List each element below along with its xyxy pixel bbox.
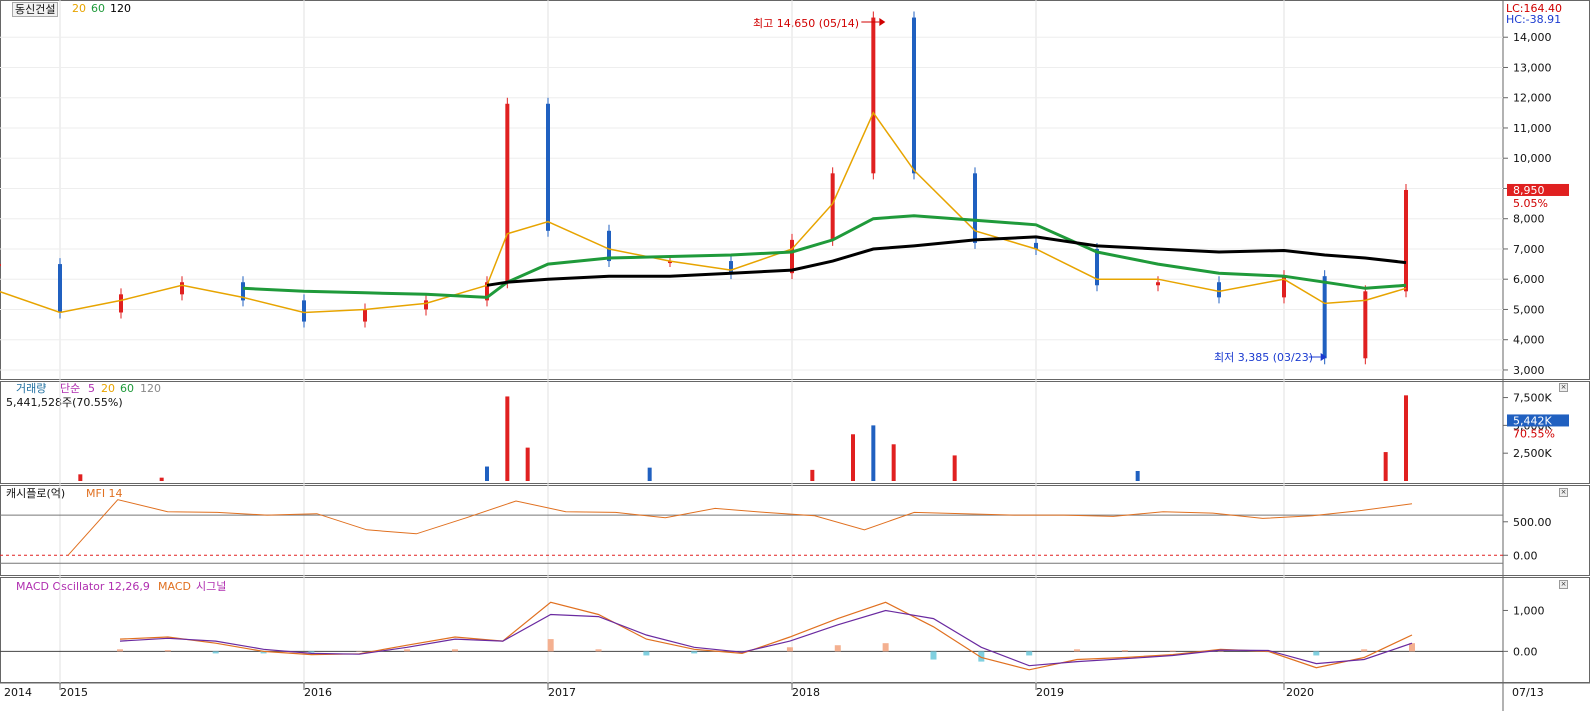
macd-oscillator-bar bbox=[1026, 651, 1033, 656]
macd-oscillator-bar bbox=[834, 645, 841, 652]
mfi-tick-label: 500.00 bbox=[1513, 516, 1552, 529]
volume-bar bbox=[851, 434, 855, 481]
volume-bar bbox=[871, 425, 876, 481]
macd-panel-frame bbox=[0, 577, 1590, 683]
high-arrow-head bbox=[879, 18, 886, 26]
price-tick-label: 5,000 bbox=[1513, 303, 1545, 316]
macd-oscillator-bar bbox=[595, 649, 602, 652]
macd-oscillator-bar bbox=[643, 651, 650, 656]
macd-oscillator-bar bbox=[882, 643, 889, 652]
macd-oscillator-bar bbox=[786, 647, 793, 652]
macd-line bbox=[119, 601, 1413, 671]
price-tick-label: 6,000 bbox=[1513, 273, 1545, 286]
macd-oscillator-bar bbox=[451, 649, 458, 652]
macd-oscillator-bar bbox=[691, 651, 698, 654]
price-candle bbox=[58, 264, 62, 313]
price-tick-label: 13,000 bbox=[1513, 61, 1552, 74]
price-candle bbox=[973, 173, 977, 243]
volume-bar bbox=[1135, 470, 1140, 481]
volume-bar bbox=[647, 467, 652, 481]
price-tick-label: 12,000 bbox=[1513, 92, 1552, 105]
price-tick-label: 3,000 bbox=[1513, 364, 1545, 377]
price-candle bbox=[505, 103, 510, 283]
macd-oscillator-bar bbox=[308, 651, 315, 653]
price-candle bbox=[1322, 276, 1327, 359]
volume-bar bbox=[485, 466, 489, 481]
mfi-line bbox=[67, 499, 1413, 556]
signal-line bbox=[119, 609, 1413, 667]
price-candle bbox=[363, 309, 367, 322]
volume-tick-label: 7,500K bbox=[1513, 392, 1552, 405]
volume-panel-frame bbox=[0, 381, 1590, 484]
price-candle bbox=[790, 239, 794, 274]
macd-tick-label: 1,000 bbox=[1513, 604, 1545, 617]
macd-oscillator-bar bbox=[212, 651, 219, 654]
mfi-tick-label: 0.00 bbox=[1513, 549, 1538, 562]
macd-oscillator-bar bbox=[1361, 649, 1368, 652]
current-volume-label: 5,442K bbox=[1513, 414, 1552, 427]
volume-bar bbox=[810, 469, 815, 481]
volume-bar bbox=[159, 477, 164, 481]
macd-oscillator-bar bbox=[547, 639, 554, 652]
macd-oscillator-bar bbox=[1169, 650, 1176, 652]
price-panel-frame bbox=[0, 0, 1590, 380]
ma-line-20 bbox=[0, 111, 1407, 314]
price-candle bbox=[424, 300, 428, 310]
price-candle bbox=[1156, 282, 1160, 286]
mfi-panel-frame bbox=[0, 485, 1590, 576]
price-candle bbox=[0, 264, 1, 267]
volume-bar bbox=[525, 447, 530, 481]
macd-oscillator-bar bbox=[117, 649, 123, 652]
macd-oscillator-bar bbox=[164, 650, 171, 652]
change-pct-label: 5.05% bbox=[1513, 197, 1548, 210]
price-candle bbox=[871, 17, 876, 174]
price-tick-label: 10,000 bbox=[1513, 152, 1552, 165]
price-tick-label: 7,000 bbox=[1513, 243, 1545, 256]
volume-bar bbox=[505, 396, 510, 481]
price-candle bbox=[830, 173, 835, 240]
macd-oscillator-bar bbox=[1313, 651, 1320, 656]
price-candle bbox=[546, 103, 550, 231]
price-candle bbox=[729, 261, 733, 274]
volume-bar bbox=[78, 474, 83, 481]
price-candle bbox=[912, 17, 916, 174]
macd-oscillator-bar bbox=[1121, 650, 1128, 652]
price-tick-label: 8,000 bbox=[1513, 213, 1545, 226]
current-price-label: 8,950 bbox=[1513, 184, 1545, 197]
stock-chart[interactable]: 14,00013,00012,00011,00010,0009,0008,000… bbox=[0, 0, 1590, 711]
ma-line-60 bbox=[242, 214, 1407, 299]
macd-oscillator-bar bbox=[930, 651, 937, 660]
price-candle bbox=[1217, 282, 1221, 298]
price-candle bbox=[1363, 291, 1368, 359]
current-volume-pct-label: 70.55% bbox=[1513, 427, 1555, 440]
price-candle bbox=[180, 282, 184, 295]
macd-tick-label: 0.00 bbox=[1513, 645, 1538, 658]
macd-oscillator-bar bbox=[404, 649, 411, 652]
volume-bar bbox=[1383, 452, 1388, 481]
ma-line-120 bbox=[486, 235, 1407, 287]
price-tick-label: 11,000 bbox=[1513, 122, 1552, 135]
volume-bar bbox=[952, 455, 957, 481]
price-candle bbox=[1404, 189, 1408, 292]
price-tick-label: 14,000 bbox=[1513, 31, 1552, 44]
price-candle bbox=[302, 300, 306, 322]
volume-bar bbox=[1404, 395, 1408, 481]
macd-oscillator-bar bbox=[1074, 649, 1081, 652]
volume-tick-label: 2,500K bbox=[1513, 447, 1552, 460]
volume-bar bbox=[891, 444, 896, 481]
price-tick-label: 4,000 bbox=[1513, 334, 1545, 347]
price-candle bbox=[119, 294, 123, 313]
